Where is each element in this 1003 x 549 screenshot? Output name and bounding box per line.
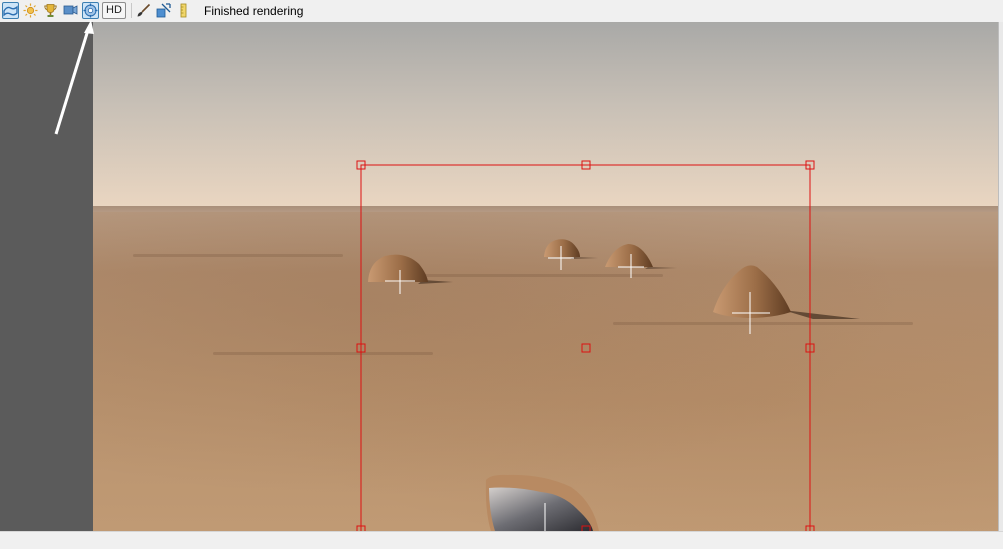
- outline-view-icon: [3, 5, 18, 17]
- paint-brush-icon: [137, 3, 151, 17]
- bottom-bar: [0, 531, 1003, 549]
- paint-brush-button[interactable]: [135, 2, 152, 19]
- sun-settings-button[interactable]: [22, 2, 39, 19]
- toolbar-separator: [131, 3, 132, 18]
- selection-handles: [356, 160, 815, 531]
- render-options-button[interactable]: [82, 2, 99, 19]
- rock-2[interactable]: [544, 239, 598, 270]
- camera-preview-icon: [63, 5, 78, 15]
- sun-settings-icon: [23, 3, 38, 18]
- trophy-button[interactable]: [42, 2, 59, 19]
- toolbar: HD Finished rendering: [0, 0, 1003, 22]
- hd-button[interactable]: HD: [102, 2, 126, 19]
- handle-center[interactable]: [581, 343, 591, 353]
- viewport-right-edge: [998, 22, 1003, 531]
- object-tool-icon: [156, 3, 171, 18]
- left-panel: [0, 22, 93, 531]
- status-text: Finished rendering: [204, 4, 304, 18]
- rock-1[interactable]: [368, 254, 453, 294]
- rock-3[interactable]: [605, 244, 677, 278]
- outline-view-button[interactable]: [2, 2, 19, 19]
- scene-overlay: [356, 160, 860, 531]
- render-options-icon: [83, 3, 98, 18]
- ruler-icon: [180, 3, 187, 18]
- rock-4[interactable]: [713, 265, 860, 334]
- ruler-button[interactable]: [175, 2, 192, 19]
- selection-box[interactable]: [356, 160, 815, 531]
- object-tool-button[interactable]: [155, 2, 172, 19]
- trophy-icon: [44, 4, 57, 17]
- render-viewport[interactable]: [93, 22, 998, 531]
- camera-preview-button[interactable]: [62, 2, 79, 19]
- rock-5[interactable]: [485, 474, 599, 531]
